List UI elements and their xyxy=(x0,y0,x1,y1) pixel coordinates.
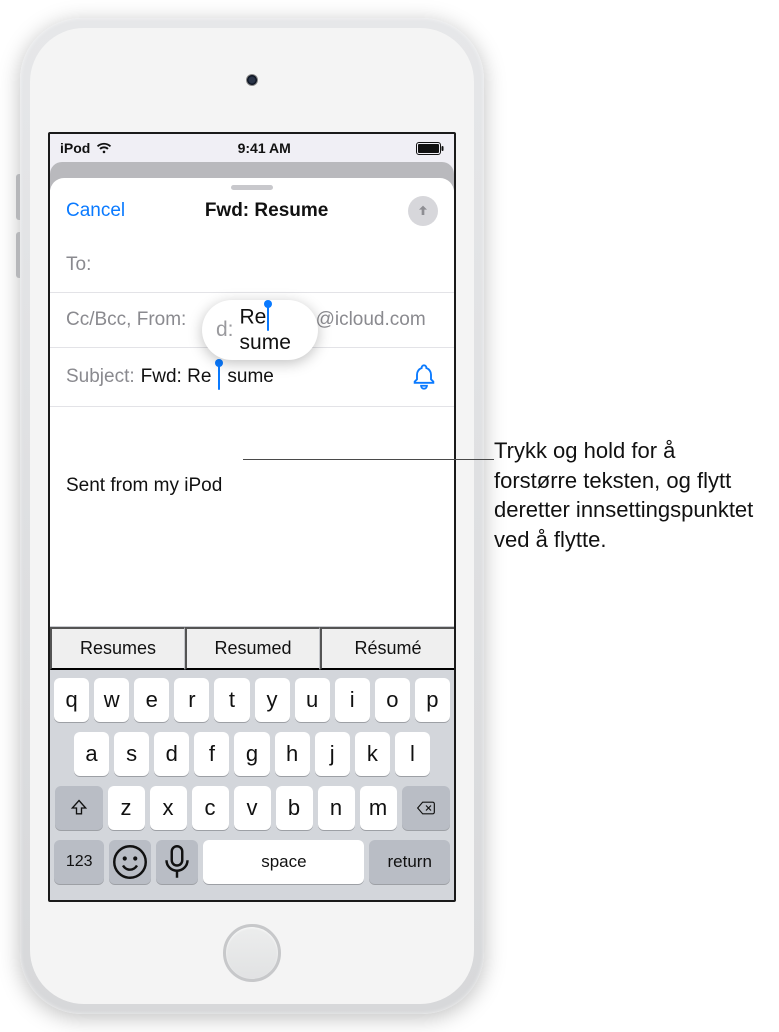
compose-header: Cancel Fwd: Resume xyxy=(50,190,454,238)
microphone-icon xyxy=(156,841,198,883)
text-magnifier: d: Resume xyxy=(202,300,318,360)
keyboard-row-4: 123 space return xyxy=(54,840,450,884)
callout-text: Trykk og hold for å forstørre teksten, o… xyxy=(494,436,764,555)
key-h[interactable]: h xyxy=(275,732,310,776)
send-button[interactable] xyxy=(408,196,438,226)
subject-value-after: sume xyxy=(227,366,273,388)
compose-sheet: Cancel Fwd: Resume To: Cc/Bcc, From: XXX… xyxy=(50,178,454,900)
device-inner: iPod 9:41 AM Cancel Fwd: Resume xyxy=(30,28,474,1004)
key-n[interactable]: n xyxy=(318,786,355,830)
arrow-up-icon xyxy=(415,203,431,219)
screen: iPod 9:41 AM Cancel Fwd: Resume xyxy=(48,132,456,902)
magnifier-caret xyxy=(267,305,269,331)
keyboard-row-2: a s d f g h j k l xyxy=(54,732,450,776)
quicktype-bar: Resumes Resumed Résumé xyxy=(50,626,454,670)
key-f[interactable]: f xyxy=(194,732,229,776)
key-p[interactable]: p xyxy=(415,678,450,722)
ccbcc-label: Cc/Bcc, From: xyxy=(66,309,186,331)
notification-bell-button[interactable] xyxy=(410,363,438,391)
ipod-device-frame: iPod 9:41 AM Cancel Fwd: Resume xyxy=(20,18,484,1014)
subject-value-before: Fwd: Re xyxy=(141,366,212,388)
bottom-bezel xyxy=(30,902,474,1004)
message-body[interactable]: Sent from my iPod xyxy=(50,407,454,626)
subject-label: Subject: xyxy=(66,366,135,388)
key-v[interactable]: v xyxy=(234,786,271,830)
bell-icon xyxy=(410,363,438,391)
emoji-icon xyxy=(109,841,151,883)
text-caret xyxy=(218,364,220,390)
key-g[interactable]: g xyxy=(234,732,269,776)
volume-down-button[interactable] xyxy=(16,232,20,278)
key-return[interactable]: return xyxy=(369,840,450,884)
key-s[interactable]: s xyxy=(114,732,149,776)
key-z[interactable]: z xyxy=(108,786,145,830)
status-bar: iPod 9:41 AM xyxy=(50,134,454,162)
volume-up-button[interactable] xyxy=(16,174,20,220)
key-a[interactable]: a xyxy=(74,732,109,776)
cancel-button[interactable]: Cancel xyxy=(66,200,125,222)
key-j[interactable]: j xyxy=(315,732,350,776)
clock-label: 9:41 AM xyxy=(238,140,291,156)
key-c[interactable]: c xyxy=(192,786,229,830)
battery-icon xyxy=(416,142,444,155)
key-q[interactable]: q xyxy=(54,678,89,722)
suggestion-3[interactable]: Résumé xyxy=(320,627,454,670)
key-l[interactable]: l xyxy=(395,732,430,776)
key-shift[interactable] xyxy=(55,786,103,830)
keyboard: q w e r t y u i o p a s d xyxy=(50,670,454,900)
key-x[interactable]: x xyxy=(150,786,187,830)
key-w[interactable]: w xyxy=(94,678,129,722)
key-b[interactable]: b xyxy=(276,786,313,830)
home-button[interactable] xyxy=(223,924,281,982)
signature-text: Sent from my iPod xyxy=(66,475,222,496)
magnifier-context-label: d: xyxy=(216,318,234,342)
to-field[interactable]: To: xyxy=(50,238,454,293)
keyboard-row-1: q w e r t y u i o p xyxy=(54,678,450,722)
magnifier-text-before: Re xyxy=(240,306,267,329)
key-backspace[interactable] xyxy=(402,786,450,830)
front-camera xyxy=(246,74,258,86)
carrier-label: iPod xyxy=(60,140,90,156)
key-i[interactable]: i xyxy=(335,678,370,722)
compose-title: Fwd: Resume xyxy=(205,200,329,222)
callout-leader-line xyxy=(243,459,494,460)
key-d[interactable]: d xyxy=(154,732,189,776)
key-e[interactable]: e xyxy=(134,678,169,722)
suggestion-1[interactable]: Resumes xyxy=(50,627,185,670)
wifi-icon xyxy=(96,142,112,154)
keyboard-row-3: z x c v b n m xyxy=(54,786,450,830)
key-m[interactable]: m xyxy=(360,786,397,830)
suggestion-2[interactable]: Resumed xyxy=(185,627,320,670)
key-u[interactable]: u xyxy=(295,678,330,722)
key-r[interactable]: r xyxy=(174,678,209,722)
shift-icon xyxy=(69,798,89,818)
key-emoji[interactable] xyxy=(109,840,151,884)
magnifier-text-after: sume xyxy=(240,331,291,354)
key-space[interactable]: space xyxy=(203,840,364,884)
key-numbers[interactable]: 123 xyxy=(54,840,104,884)
key-k[interactable]: k xyxy=(355,732,390,776)
key-o[interactable]: o xyxy=(375,678,410,722)
key-t[interactable]: t xyxy=(214,678,249,722)
key-y[interactable]: y xyxy=(255,678,290,722)
top-bezel xyxy=(30,28,474,132)
key-dictation[interactable] xyxy=(156,840,198,884)
backspace-icon xyxy=(416,798,436,818)
to-label: To: xyxy=(66,254,91,276)
